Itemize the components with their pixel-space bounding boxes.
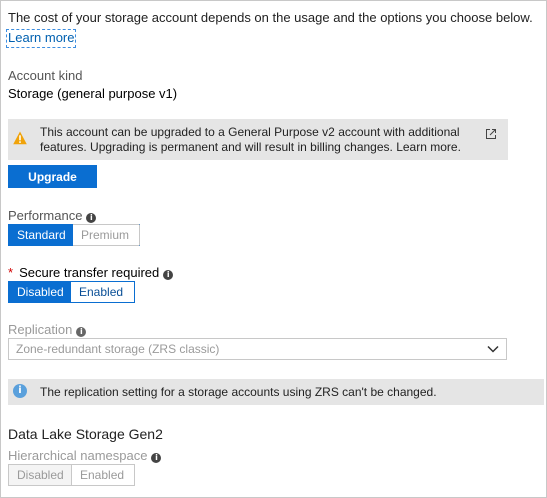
upgrade-notice: This account can be upgraded to a Genera…: [8, 119, 508, 160]
warning-icon: [13, 131, 27, 145]
secure-transfer-option-disabled[interactable]: Disabled: [9, 282, 71, 302]
hierarchical-namespace-label-text: Hierarchical namespace: [8, 448, 148, 463]
replication-select[interactable]: Zone-redundant storage (ZRS classic): [8, 338, 507, 360]
replication-notice-text: The replication setting for a storage ac…: [40, 385, 437, 399]
learn-more-link[interactable]: Learn more: [5, 29, 77, 48]
info-icon[interactable]: i: [86, 213, 97, 223]
hierarchical-namespace-toggle: Disabled Enabled: [8, 464, 135, 486]
info-icon[interactable]: i: [151, 453, 162, 463]
performance-option-standard[interactable]: Standard: [9, 225, 73, 245]
performance-option-premium[interactable]: Premium: [73, 224, 139, 246]
hierarchical-namespace-label: Hierarchical namespace i: [8, 448, 162, 463]
info-icon: i: [13, 384, 27, 398]
account-kind-label: Account kind: [8, 68, 83, 83]
replication-label-text: Replication: [8, 322, 73, 337]
upgrade-button[interactable]: Upgrade: [8, 165, 97, 188]
hierarchical-namespace-option-disabled: Disabled: [9, 465, 71, 485]
intro-text: The cost of your storage account depends…: [8, 10, 533, 25]
account-kind-value: Storage (general purpose v1): [8, 86, 178, 101]
performance-label-text: Performance: [8, 208, 83, 223]
chevron-down-icon: [487, 345, 499, 353]
performance-toggle[interactable]: Standard Premium: [8, 224, 140, 246]
external-link-icon[interactable]: [485, 128, 497, 140]
secure-transfer-option-enabled[interactable]: Enabled: [71, 282, 134, 302]
replication-notice: i The replication setting for a storage …: [8, 379, 544, 405]
data-lake-title: Data Lake Storage Gen2: [8, 426, 163, 442]
hierarchical-namespace-option-enabled: Enabled: [71, 465, 134, 485]
upgrade-notice-text: This account can be upgraded to a Genera…: [40, 125, 461, 154]
performance-label: Performance i: [8, 208, 97, 223]
secure-transfer-label-text: Secure transfer required: [19, 265, 160, 280]
replication-select-value: Zone-redundant storage (ZRS classic): [16, 342, 220, 356]
secure-transfer-toggle[interactable]: Disabled Enabled: [8, 281, 135, 303]
required-indicator: *: [8, 265, 14, 280]
configuration-panel: The cost of your storage account depends…: [0, 0, 547, 498]
replication-label: Replication i: [8, 322, 87, 337]
info-icon[interactable]: i: [76, 327, 87, 337]
secure-transfer-label: * Secure transfer required i: [8, 265, 174, 280]
info-icon[interactable]: i: [163, 270, 174, 280]
